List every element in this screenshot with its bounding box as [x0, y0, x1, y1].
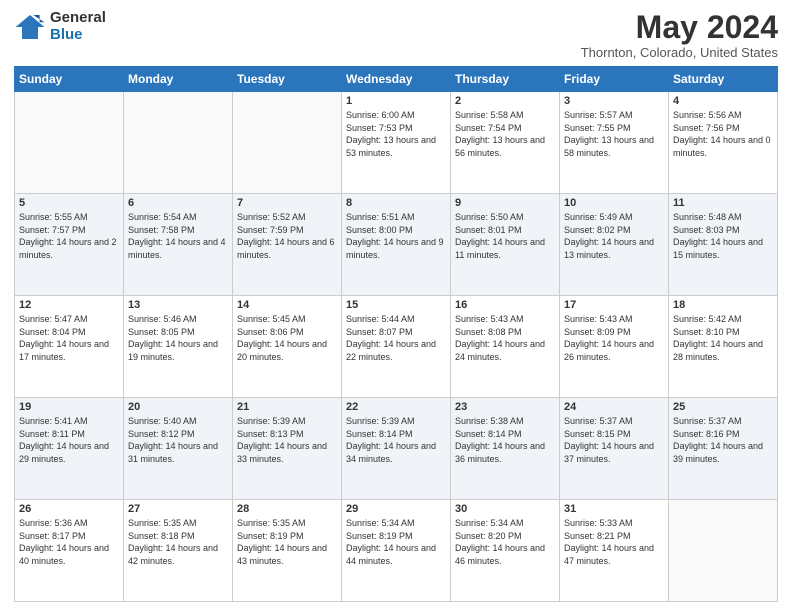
table-row: 6Sunrise: 5:54 AMSunset: 7:58 PMDaylight… — [124, 194, 233, 296]
calendar-week-4: 19Sunrise: 5:41 AMSunset: 8:11 PMDayligh… — [15, 398, 778, 500]
calendar-header-row: Sunday Monday Tuesday Wednesday Thursday… — [15, 67, 778, 92]
table-row: 11Sunrise: 5:48 AMSunset: 8:03 PMDayligh… — [669, 194, 778, 296]
table-row — [669, 500, 778, 602]
col-friday: Friday — [560, 67, 669, 92]
calendar-title: May 2024 — [581, 10, 778, 45]
table-row: 15Sunrise: 5:44 AMSunset: 8:07 PMDayligh… — [342, 296, 451, 398]
table-row: 7Sunrise: 5:52 AMSunset: 7:59 PMDaylight… — [233, 194, 342, 296]
calendar-week-1: 1Sunrise: 6:00 AMSunset: 7:53 PMDaylight… — [15, 92, 778, 194]
table-row: 20Sunrise: 5:40 AMSunset: 8:12 PMDayligh… — [124, 398, 233, 500]
table-row: 8Sunrise: 5:51 AMSunset: 8:00 PMDaylight… — [342, 194, 451, 296]
logo-blue-label: Blue — [50, 27, 106, 44]
logo-text: General Blue — [50, 10, 106, 43]
table-row: 21Sunrise: 5:39 AMSunset: 8:13 PMDayligh… — [233, 398, 342, 500]
title-block: May 2024 Thornton, Colorado, United Stat… — [581, 10, 778, 60]
logo: General Blue — [14, 10, 106, 43]
table-row: 27Sunrise: 5:35 AMSunset: 8:18 PMDayligh… — [124, 500, 233, 602]
table-row: 14Sunrise: 5:45 AMSunset: 8:06 PMDayligh… — [233, 296, 342, 398]
table-row — [15, 92, 124, 194]
table-row: 17Sunrise: 5:43 AMSunset: 8:09 PMDayligh… — [560, 296, 669, 398]
table-row: 30Sunrise: 5:34 AMSunset: 8:20 PMDayligh… — [451, 500, 560, 602]
table-row: 18Sunrise: 5:42 AMSunset: 8:10 PMDayligh… — [669, 296, 778, 398]
table-row: 4Sunrise: 5:56 AMSunset: 7:56 PMDaylight… — [669, 92, 778, 194]
logo-icon — [14, 11, 46, 43]
table-row: 28Sunrise: 5:35 AMSunset: 8:19 PMDayligh… — [233, 500, 342, 602]
table-row: 1Sunrise: 6:00 AMSunset: 7:53 PMDaylight… — [342, 92, 451, 194]
calendar-week-2: 5Sunrise: 5:55 AMSunset: 7:57 PMDaylight… — [15, 194, 778, 296]
col-tuesday: Tuesday — [233, 67, 342, 92]
col-monday: Monday — [124, 67, 233, 92]
table-row: 26Sunrise: 5:36 AMSunset: 8:17 PMDayligh… — [15, 500, 124, 602]
table-row: 31Sunrise: 5:33 AMSunset: 8:21 PMDayligh… — [560, 500, 669, 602]
table-row: 5Sunrise: 5:55 AMSunset: 7:57 PMDaylight… — [15, 194, 124, 296]
table-row: 19Sunrise: 5:41 AMSunset: 8:11 PMDayligh… — [15, 398, 124, 500]
calendar-week-3: 12Sunrise: 5:47 AMSunset: 8:04 PMDayligh… — [15, 296, 778, 398]
col-wednesday: Wednesday — [342, 67, 451, 92]
calendar-location: Thornton, Colorado, United States — [581, 45, 778, 60]
table-row: 24Sunrise: 5:37 AMSunset: 8:15 PMDayligh… — [560, 398, 669, 500]
calendar-table: Sunday Monday Tuesday Wednesday Thursday… — [14, 66, 778, 602]
table-row: 9Sunrise: 5:50 AMSunset: 8:01 PMDaylight… — [451, 194, 560, 296]
table-row: 29Sunrise: 5:34 AMSunset: 8:19 PMDayligh… — [342, 500, 451, 602]
table-row: 23Sunrise: 5:38 AMSunset: 8:14 PMDayligh… — [451, 398, 560, 500]
table-row: 16Sunrise: 5:43 AMSunset: 8:08 PMDayligh… — [451, 296, 560, 398]
table-row: 22Sunrise: 5:39 AMSunset: 8:14 PMDayligh… — [342, 398, 451, 500]
page: General Blue May 2024 Thornton, Colorado… — [0, 0, 792, 612]
header: General Blue May 2024 Thornton, Colorado… — [14, 10, 778, 60]
table-row — [124, 92, 233, 194]
table-row: 10Sunrise: 5:49 AMSunset: 8:02 PMDayligh… — [560, 194, 669, 296]
logo-general-label: General — [50, 10, 106, 27]
table-row: 25Sunrise: 5:37 AMSunset: 8:16 PMDayligh… — [669, 398, 778, 500]
col-thursday: Thursday — [451, 67, 560, 92]
table-row: 13Sunrise: 5:46 AMSunset: 8:05 PMDayligh… — [124, 296, 233, 398]
table-row: 2Sunrise: 5:58 AMSunset: 7:54 PMDaylight… — [451, 92, 560, 194]
table-row: 12Sunrise: 5:47 AMSunset: 8:04 PMDayligh… — [15, 296, 124, 398]
col-sunday: Sunday — [15, 67, 124, 92]
table-row — [233, 92, 342, 194]
calendar-week-5: 26Sunrise: 5:36 AMSunset: 8:17 PMDayligh… — [15, 500, 778, 602]
table-row: 3Sunrise: 5:57 AMSunset: 7:55 PMDaylight… — [560, 92, 669, 194]
col-saturday: Saturday — [669, 67, 778, 92]
